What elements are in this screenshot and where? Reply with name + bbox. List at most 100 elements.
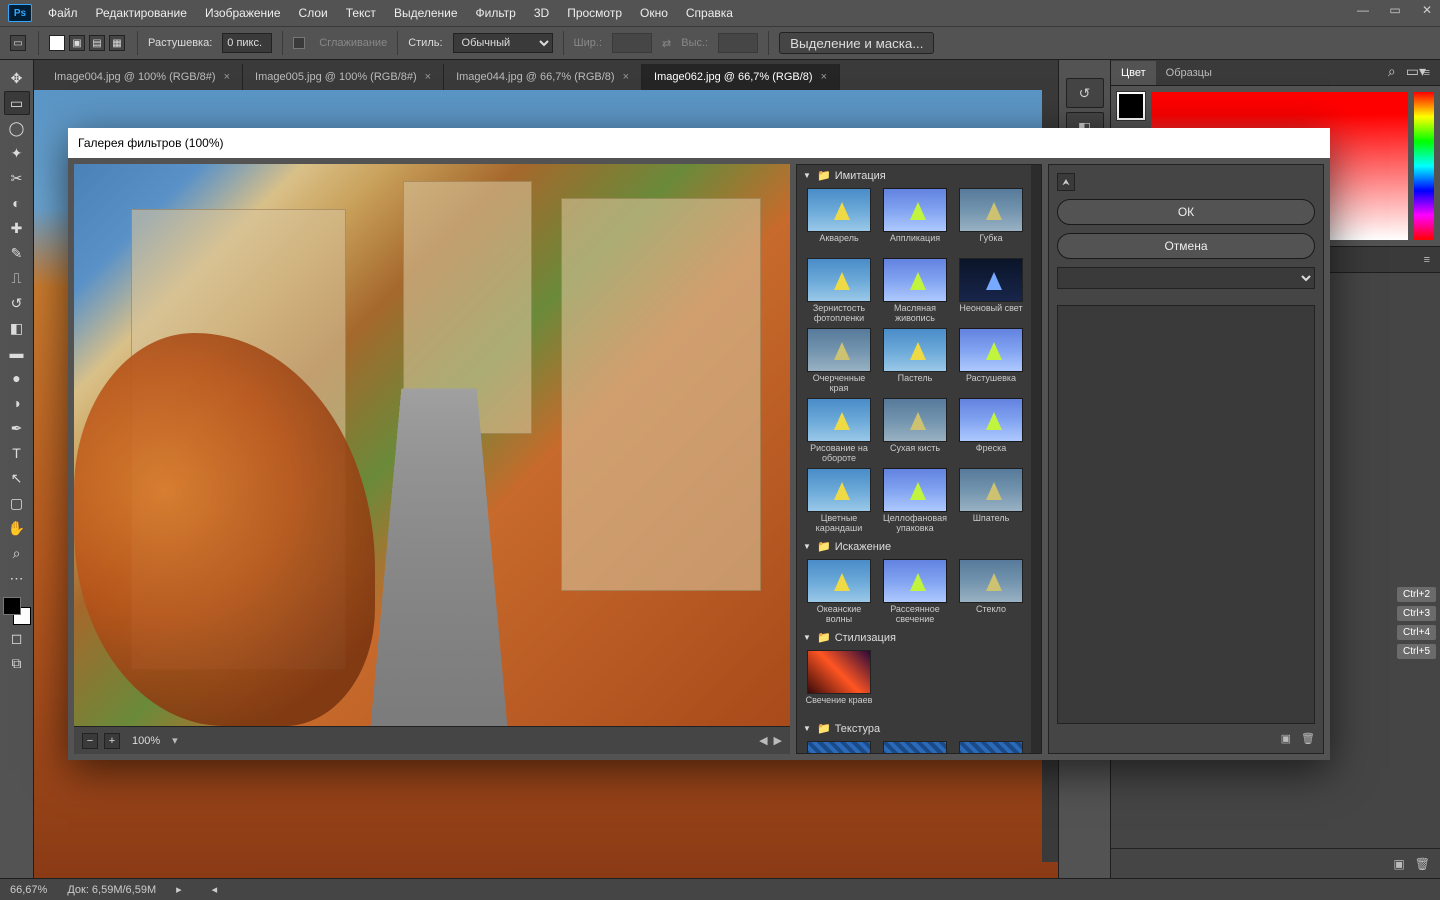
ok-button[interactable]: ОК — [1057, 199, 1315, 225]
filter-diffuse-glow[interactable]: Рассеянное свечение — [879, 559, 951, 625]
close-icon[interactable]: × — [425, 71, 431, 83]
filter-stack-box[interactable] — [1057, 305, 1315, 724]
filter-colored-pencil[interactable]: Цветные карандаши — [803, 468, 875, 534]
foreground-color-swatch[interactable] — [1117, 92, 1145, 120]
filter-oil-paint[interactable]: Масляная живопись — [879, 258, 951, 324]
menu-help[interactable]: Справка — [678, 2, 741, 24]
chevron-left-icon[interactable]: ◂ — [212, 883, 218, 896]
filter-neon-glow[interactable]: Неоновый свет — [955, 258, 1027, 324]
filter-watercolor[interactable]: Акварель — [803, 188, 875, 254]
filter-preview-image[interactable] — [74, 164, 790, 726]
zoom-out-button[interactable]: − — [82, 733, 98, 749]
selection-new-icon[interactable] — [49, 35, 65, 51]
chevron-right-icon[interactable]: ▸ — [176, 883, 182, 896]
close-icon[interactable]: ✕ — [1420, 3, 1434, 17]
new-effect-layer-icon[interactable]: ▣ — [1281, 732, 1291, 745]
category-distort[interactable]: ▼📁 Искажение — [797, 536, 1041, 557]
filter-cutout[interactable]: Аппликация — [879, 188, 951, 254]
tool-more[interactable]: ⋯ — [4, 566, 30, 590]
selection-intersect-icon[interactable]: ▦ — [109, 35, 125, 51]
menu-window[interactable]: Окно — [632, 2, 676, 24]
doc-tab-3[interactable]: Image062.jpg @ 66,7% (RGB/8)× — [642, 64, 840, 90]
panel-icon-history[interactable]: ↺ — [1066, 78, 1104, 108]
filter-list-scrollbar[interactable] — [1031, 165, 1041, 753]
filter-texture-0[interactable] — [803, 741, 875, 754]
color-swatches[interactable] — [3, 597, 31, 625]
menu-image[interactable]: Изображение — [197, 2, 289, 24]
filter-glowing-edges[interactable]: Свечение краев — [803, 650, 875, 716]
tool-dodge[interactable]: ◑ — [4, 391, 30, 415]
delete-effect-icon[interactable]: 🗑 — [1301, 732, 1315, 745]
tool-gradient[interactable]: ▬ — [4, 341, 30, 365]
doc-tab-0[interactable]: Image004.jpg @ 100% (RGB/8#)× — [42, 64, 243, 90]
antialias-checkbox[interactable] — [293, 37, 305, 49]
filter-texture-2[interactable] — [955, 741, 1027, 754]
refine-edge-button[interactable]: Выделение и маска... — [779, 32, 934, 54]
tool-stamp[interactable]: ⎍ — [4, 266, 30, 290]
selection-subtract-icon[interactable]: ▤ — [89, 35, 105, 51]
panel-menu-icon[interactable]: ≡ — [1414, 248, 1440, 272]
feather-input[interactable] — [222, 33, 272, 53]
chevron-down-icon[interactable]: ▾ — [172, 734, 178, 747]
tool-zoom[interactable]: ⌕ — [4, 541, 30, 565]
close-icon[interactable]: × — [821, 71, 827, 83]
tool-shape[interactable]: ▢ — [4, 491, 30, 515]
menu-3d[interactable]: 3D — [526, 2, 557, 24]
tool-eraser[interactable]: ◧ — [4, 316, 30, 340]
tool-wand[interactable]: ✦ — [4, 141, 30, 165]
next-icon[interactable]: ▶ — [774, 734, 782, 747]
tab-swatches[interactable]: Образцы — [1156, 61, 1222, 85]
filter-glass[interactable]: Стекло — [955, 559, 1027, 625]
maximize-icon[interactable]: ▭ — [1388, 3, 1402, 17]
marquee-tool-icon[interactable]: ▭ — [10, 35, 26, 51]
category-stylize[interactable]: ▼📁 Стилизация — [797, 627, 1041, 648]
tool-path[interactable]: ↖ — [4, 466, 30, 490]
status-zoom[interactable]: 66,67% — [10, 884, 47, 896]
doc-tab-1[interactable]: Image005.jpg @ 100% (RGB/8#)× — [243, 64, 444, 90]
hue-slider[interactable] — [1414, 92, 1434, 240]
cancel-button[interactable]: Отмена — [1057, 233, 1315, 259]
prev-icon[interactable]: ◀ — [759, 734, 767, 747]
filter-underpainting[interactable]: Рисование на обороте — [803, 398, 875, 464]
tool-healing[interactable]: ✚ — [4, 216, 30, 240]
workspace-switcher-icon[interactable]: ▭▾ — [1406, 63, 1426, 80]
tool-type[interactable]: T — [4, 441, 30, 465]
filter-texture-1[interactable] — [879, 741, 951, 754]
filter-poster-edges[interactable]: Очерченные края — [803, 328, 875, 394]
tool-lasso[interactable]: ◯ — [4, 116, 30, 140]
filter-preset-select[interactable] — [1057, 267, 1315, 289]
filter-palette-knife[interactable]: Шпатель — [955, 468, 1027, 534]
tool-blur[interactable]: ● — [4, 366, 30, 390]
preview-zoom-value[interactable]: 100% — [132, 735, 160, 747]
tool-eyedropper[interactable]: ◐ — [4, 191, 30, 215]
selection-add-icon[interactable]: ▣ — [69, 35, 85, 51]
tool-brush[interactable]: ✎ — [4, 241, 30, 265]
menu-edit[interactable]: Редактирование — [88, 2, 195, 24]
tool-pen[interactable]: ✒ — [4, 416, 30, 440]
zoom-in-button[interactable]: + — [104, 733, 120, 749]
tab-color[interactable]: Цвет — [1111, 61, 1156, 85]
swap-icon[interactable]: ⇄ — [662, 37, 671, 50]
style-select[interactable]: Обычный — [453, 33, 553, 53]
menu-file[interactable]: Файл — [40, 2, 86, 24]
close-icon[interactable]: × — [224, 71, 230, 83]
tool-crop[interactable]: ✂ — [4, 166, 30, 190]
filter-film-grain[interactable]: Зернистость фотопленки — [803, 258, 875, 324]
doc-tab-2[interactable]: Image044.jpg @ 66,7% (RGB/8)× — [444, 64, 642, 90]
tool-screenmode[interactable]: ⧉ — [4, 651, 30, 675]
menu-layers[interactable]: Слои — [291, 2, 336, 24]
menu-view[interactable]: Просмотр — [559, 2, 630, 24]
filter-smudge[interactable]: Растушевка — [955, 328, 1027, 394]
new-layer-icon[interactable]: ▣ — [1393, 857, 1404, 871]
minimize-icon[interactable]: — — [1356, 3, 1370, 17]
filter-dry-brush[interactable]: Сухая кисть — [879, 398, 951, 464]
filter-ocean-ripple[interactable]: Океанские волны — [803, 559, 875, 625]
close-icon[interactable]: × — [623, 71, 629, 83]
menu-text[interactable]: Текст — [338, 2, 384, 24]
tool-marquee[interactable]: ▭ — [4, 91, 30, 115]
search-icon[interactable]: ⌕ — [1388, 63, 1396, 80]
status-doc-size[interactable]: Док: 6,59M/6,59M — [67, 884, 156, 896]
filter-plastic-wrap[interactable]: Целлофановая упаковка — [879, 468, 951, 534]
filter-sponge[interactable]: Губка — [955, 188, 1027, 254]
delete-icon[interactable]: 🗑 — [1415, 857, 1430, 871]
